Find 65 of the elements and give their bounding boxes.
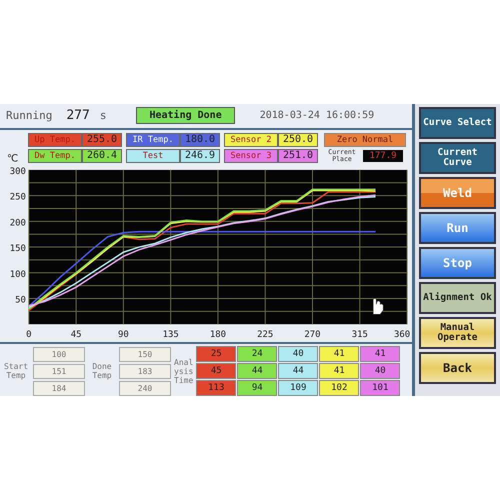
- sensor-value: 246.9: [180, 148, 220, 163]
- running-label: Running: [6, 109, 52, 122]
- y-tick-label: 250: [10, 192, 26, 202]
- control-button[interactable]: Alignment Ok: [419, 282, 496, 314]
- sensor-label: Sensor 2: [224, 132, 278, 147]
- temp-field: 240: [119, 380, 171, 396]
- start-temp-label: Start Temp: [2, 362, 30, 380]
- y-tick-label: 50: [15, 295, 26, 306]
- sensor-value: 180.0: [180, 132, 220, 147]
- hand-cursor-icon: [372, 298, 384, 314]
- sensor-label: Dw Temp.: [28, 148, 82, 163]
- analysis-cell: 113: [196, 380, 236, 396]
- y-tick-label: 200: [10, 218, 26, 228]
- time-unit: s: [100, 109, 106, 122]
- x-tick-label: 270: [304, 330, 321, 340]
- control-button[interactable]: Curve Select: [419, 107, 496, 139]
- x-tick-label: 45: [70, 330, 82, 340]
- analysis-cell: 45: [196, 363, 236, 379]
- sensor-value: 250.0: [278, 132, 318, 147]
- control-button[interactable]: Manual Operate: [419, 317, 496, 349]
- sensor-label: Sensor 3: [224, 148, 278, 163]
- sensor-value: 260.4: [82, 148, 122, 163]
- y-tick-label: 150: [10, 244, 26, 254]
- sensor-label: Test: [126, 148, 180, 163]
- x-tick-label: 315: [352, 330, 368, 340]
- analysis-cell: 40: [360, 363, 400, 379]
- zero-status: Zero Normal: [324, 132, 406, 147]
- control-button[interactable]: Current Curve: [419, 142, 496, 174]
- temp-field: 100: [33, 346, 85, 362]
- sensor-value: 251.0: [278, 148, 318, 163]
- analysis-cell: 44: [237, 363, 278, 379]
- current-place-value: 177.9: [363, 150, 403, 162]
- x-tick-label: 0: [26, 330, 32, 340]
- x-tick-label: 90: [118, 330, 129, 340]
- analysis-cell: 94: [237, 380, 278, 396]
- date-time: 2018-03-24 16:00:59: [260, 110, 374, 122]
- control-button[interactable]: Back: [419, 352, 496, 384]
- x-tick-label: 360: [394, 330, 410, 340]
- analysis-cell: 40: [278, 346, 318, 362]
- x-tick-label: 180: [210, 330, 226, 340]
- analysis-time-label: Analysis Time: [174, 358, 194, 384]
- analysis-cell: 109: [278, 380, 318, 396]
- x-tick-label: 135: [162, 330, 179, 340]
- sensor-value: 255.0: [82, 132, 122, 147]
- temp-field: 150: [119, 346, 171, 362]
- y-tick-label: 100: [10, 270, 26, 280]
- analysis-cell: 41: [319, 363, 360, 379]
- control-button[interactable]: Weld: [419, 177, 496, 209]
- analysis-cell: 102: [319, 380, 360, 396]
- status-banner: Heating Done: [136, 107, 235, 124]
- temp-field: 151: [33, 364, 85, 378]
- running-time: 277: [66, 108, 90, 124]
- analysis-cell: 41: [360, 346, 400, 362]
- done-temp-label: Done Temp: [91, 362, 113, 380]
- y-tick-label: 300: [10, 166, 26, 177]
- analysis-cell: 44: [278, 363, 318, 379]
- temp-field: 184: [33, 380, 85, 396]
- x-tick-label: 225: [257, 330, 274, 340]
- analysis-cell: 25: [196, 346, 236, 362]
- analysis-cell: 101: [360, 380, 400, 396]
- analysis-cell: 24: [237, 346, 278, 362]
- analysis-cell: 41: [319, 346, 360, 362]
- temp-field: 183: [119, 364, 171, 378]
- sensor-label: IR Temp.: [126, 132, 180, 147]
- axis-unit: ℃: [6, 153, 18, 164]
